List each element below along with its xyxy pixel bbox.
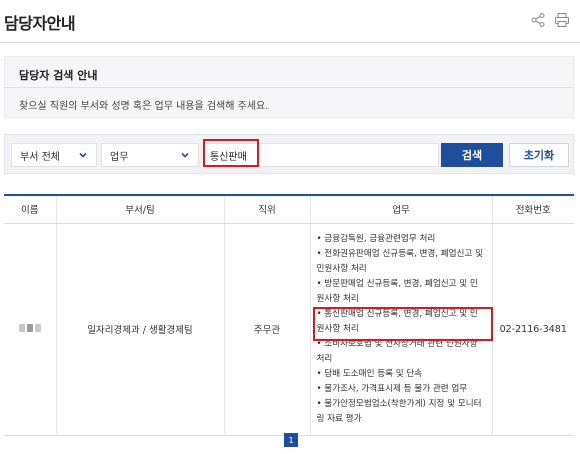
- col-header-dept: 부서/팀: [56, 195, 225, 224]
- cell-dept: 일자리경제과 / 생활경제팀: [56, 223, 225, 436]
- highlight-box-search: [203, 139, 259, 167]
- chevron-down-icon: [180, 150, 190, 160]
- reset-button[interactable]: 초기화: [509, 143, 569, 167]
- col-header-position: 직위: [224, 195, 311, 224]
- page-title: 담당자안내: [4, 14, 76, 33]
- field-select[interactable]: 업무: [101, 143, 199, 167]
- table-header-row: 이름 부서/팀 직위 업무 전화번호: [4, 195, 574, 224]
- guide-divider: [5, 87, 573, 88]
- duty-item: • 소비자보호법 및 전자상거래 관련 민원사항 처리: [316, 338, 478, 364]
- col-header-phone: 전화번호: [492, 195, 574, 224]
- guide-text: 찾으실 직원의 부서와 성명 혹은 업무 내용을 검색해 주세요.: [19, 101, 269, 112]
- print-icon[interactable]: [554, 12, 570, 28]
- col-header-duties: 업무: [310, 195, 493, 224]
- col-header-name: 이름: [4, 195, 57, 224]
- duty-item: • 전화권유판매업 신규등록, 변경, 폐업신고 및 민원사항 처리: [316, 248, 484, 274]
- cell-phone: 02-2116-3481: [492, 223, 574, 436]
- page-button-1[interactable]: 1: [284, 433, 298, 447]
- staff-table: 이름 부서/팀 직위 업무 전화번호 일자리경제과 / 생활경제팀 주무관 • …: [4, 194, 574, 436]
- page-actions: [530, 12, 570, 28]
- search-guide-box: 담당자 검색 안내 찾으실 직원의 부서와 성명 혹은 업무 내용을 검색해 주…: [4, 56, 574, 118]
- blurred-name: [18, 323, 41, 332]
- cell-position: 주무관: [224, 223, 311, 436]
- duty-item: • 방문판매업 신규등록, 변경, 폐업신고 및 민원사항 처리: [316, 278, 478, 304]
- title-divider: [0, 42, 580, 43]
- cell-duties: • 금융감독원, 금융관련업무 처리 • 전화권유판매업 신규등록, 변경, 폐…: [310, 223, 493, 436]
- duty-item: • 물가안정모범업소(착한가게) 지정 및 모니터링 자료 평가: [316, 398, 482, 424]
- field-select-value: 업무: [110, 151, 129, 163]
- duty-item: • 금융감독원, 금융관련업무 처리: [316, 233, 436, 244]
- department-select[interactable]: 부서 전체: [11, 143, 97, 167]
- table-row: 일자리경제과 / 생활경제팀 주무관 • 금융감독원, 금융관련업무 처리 • …: [4, 223, 574, 436]
- department-select-value: 부서 전체: [20, 151, 60, 163]
- chevron-down-icon: [78, 150, 88, 160]
- highlight-box-duty: [312, 306, 493, 341]
- duty-item: • 물가조사, 가격표시제 등 물가 관련 업무: [316, 383, 468, 394]
- cell-name: [4, 223, 57, 436]
- search-button[interactable]: 검색: [441, 143, 503, 167]
- duty-item: • 담배 도소매인 등록 및 단속: [316, 368, 423, 379]
- search-bar: 부서 전체 업무 통신판매 검색 초기화: [4, 134, 574, 174]
- share-icon[interactable]: [530, 12, 546, 28]
- guide-title: 담당자 검색 안내: [19, 69, 98, 82]
